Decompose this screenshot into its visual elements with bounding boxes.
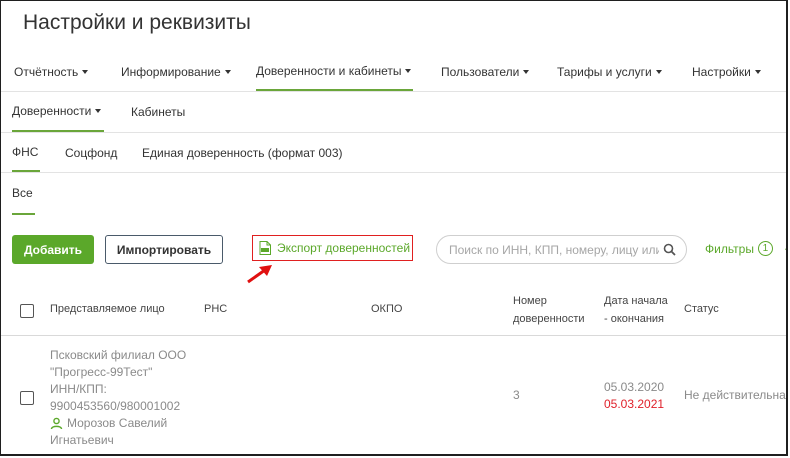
column-header-rns: РНС bbox=[204, 303, 228, 315]
main-nav: Отчётность Информирование Доверенности и… bbox=[1, 53, 786, 92]
caret-down-icon bbox=[224, 70, 231, 74]
nav-item-label: Тарифы и услуги bbox=[557, 65, 652, 79]
tab-all[interactable]: Все bbox=[12, 173, 35, 215]
inn-kpp-label: ИНН/КПП: bbox=[50, 382, 107, 396]
sub-nav: Доверенности Кабинеты bbox=[1, 92, 786, 133]
caret-down-icon bbox=[82, 70, 89, 74]
nav-item-label: Доверенности и кабинеты bbox=[256, 64, 402, 78]
nav-item-label: Настройки bbox=[692, 65, 751, 79]
sub-nav-item-label: Кабинеты bbox=[131, 105, 186, 119]
import-button[interactable]: Импортировать bbox=[105, 235, 223, 264]
nav-item-label: Отчётность bbox=[14, 65, 79, 79]
nav-item-users[interactable]: Пользователи bbox=[441, 53, 530, 91]
column-header-dates-line: Дата начала bbox=[604, 295, 668, 307]
table-header: Представляемое лицо РНС ОКПО Номер довер… bbox=[1, 289, 786, 336]
filters-button[interactable]: Фильтры 1 ⌄ bbox=[705, 241, 786, 256]
table-row[interactable]: Псковский филиал ООО "Прогресс-99Тест" И… bbox=[1, 336, 786, 454]
filter-tabs: Все bbox=[1, 173, 786, 215]
sub-nav-item-label: Доверенности bbox=[12, 104, 92, 118]
tab-unified-power[interactable]: Единая доверенность (формат 003) bbox=[142, 133, 343, 172]
org-name-line: Псковский филиал ООО bbox=[50, 348, 187, 362]
chevron-down-icon: ⌄ bbox=[783, 243, 786, 254]
column-header-okpo: ОКПО bbox=[371, 303, 403, 315]
nav-item-settings[interactable]: Настройки bbox=[692, 53, 761, 91]
search-icon[interactable] bbox=[663, 243, 676, 256]
date-start: 05.03.2020 bbox=[604, 380, 665, 394]
export-label: Экспорт доверенностей bbox=[277, 241, 411, 255]
filters-count-badge: 1 bbox=[757, 241, 773, 256]
tab-label: Соцфонд bbox=[65, 145, 118, 160]
xls-file-icon bbox=[259, 241, 271, 255]
user-name-line: Игнатьевич bbox=[50, 433, 114, 447]
search-field[interactable] bbox=[436, 235, 687, 264]
row-checkbox[interactable] bbox=[20, 391, 34, 405]
user-icon bbox=[50, 417, 63, 430]
column-header-dates: Дата начала - окончания bbox=[604, 292, 668, 328]
tab-fns[interactable]: ФНС bbox=[12, 133, 41, 172]
number-cell: 3 bbox=[513, 388, 520, 402]
add-button[interactable]: Добавить bbox=[12, 235, 94, 264]
nav-item-informing[interactable]: Информирование bbox=[121, 53, 231, 91]
column-header-person: Представляемое лицо bbox=[50, 303, 165, 315]
filters-label: Фильтры bbox=[705, 241, 754, 256]
sub-nav-item-powers[interactable]: Доверенности bbox=[12, 92, 105, 132]
date-end: 05.03.2021 bbox=[604, 397, 665, 411]
window-frame: Настройки и реквизиты Отчётность Информи… bbox=[0, 0, 788, 456]
red-arrow-icon bbox=[247, 265, 272, 284]
org-tabs: ФНС Соцфонд Единая доверенность (формат … bbox=[1, 133, 786, 173]
search-input[interactable] bbox=[449, 242, 659, 257]
user-line: Морозов Савелий bbox=[50, 415, 186, 432]
column-header-number: Номер доверенности bbox=[513, 292, 585, 328]
inn-kpp-value: 9900453560/980001002 bbox=[50, 399, 181, 413]
nav-item-label: Пользователи bbox=[441, 65, 520, 79]
status-cell: Не действительна bbox=[684, 388, 786, 402]
column-header-status: Статус bbox=[684, 303, 719, 315]
person-cell: Псковский филиал ООО "Прогресс-99Тест" И… bbox=[50, 347, 186, 449]
tab-label: Все bbox=[12, 186, 33, 200]
dates-cell: 05.03.2020 05.03.2021 bbox=[604, 379, 664, 413]
nav-item-tariffs[interactable]: Тарифы и услуги bbox=[557, 53, 662, 91]
nav-item-powers-and-cabinets[interactable]: Доверенности и кабинеты bbox=[256, 53, 414, 91]
tab-socfund[interactable]: Соцфонд bbox=[65, 133, 117, 172]
tab-label: Единая доверенность (формат 003) bbox=[142, 145, 343, 160]
caret-down-icon bbox=[655, 70, 662, 74]
column-header-number-line: доверенности bbox=[513, 313, 585, 325]
page-title: Настройки и реквизиты bbox=[23, 11, 251, 34]
caret-down-icon bbox=[95, 109, 102, 113]
nav-item-reporting[interactable]: Отчётность bbox=[14, 53, 89, 91]
org-name-line: "Прогресс-99Тест" bbox=[50, 365, 153, 379]
nav-item-label: Информирование bbox=[121, 65, 221, 79]
column-header-dates-line: - окончания bbox=[604, 313, 664, 325]
select-all-checkbox[interactable] bbox=[20, 304, 34, 318]
tab-label: ФНС bbox=[12, 144, 39, 159]
user-name-line: Морозов Савелий bbox=[67, 416, 168, 430]
column-header-number-line: Номер bbox=[513, 295, 547, 307]
export-powers-button[interactable]: Экспорт доверенностей bbox=[252, 235, 413, 261]
caret-down-icon bbox=[523, 70, 530, 74]
caret-down-icon bbox=[754, 70, 761, 74]
sub-nav-item-cabinets[interactable]: Кабинеты bbox=[131, 92, 185, 132]
caret-down-icon bbox=[405, 69, 412, 73]
